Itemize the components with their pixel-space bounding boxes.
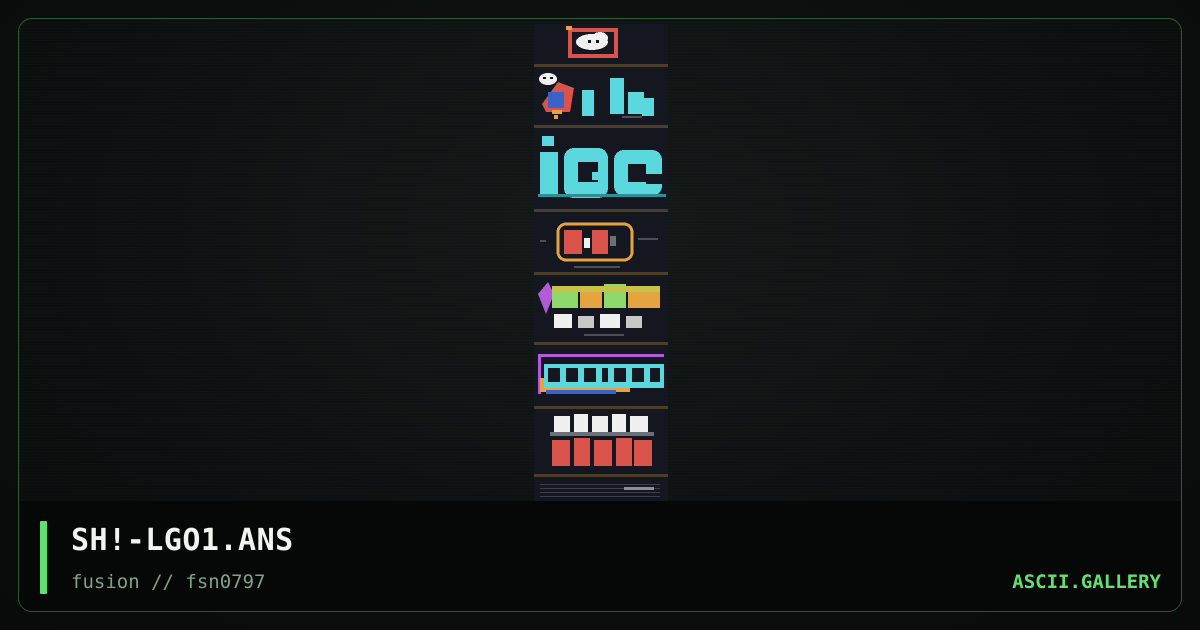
artwork-subtitle: fusion // fsn0797	[71, 571, 266, 593]
ansi-art-image	[534, 24, 668, 501]
accent-bar	[40, 521, 47, 594]
caption-bar: SH!-LGO1.ANS fusion // fsn0797 ASCII.GAL…	[19, 501, 1181, 611]
artwork-title: SH!-LGO1.ANS	[71, 523, 294, 558]
art-block-7	[550, 414, 654, 466]
card-frame: SH!-LGO1.ANS fusion // fsn0797 ASCII.GAL…	[18, 18, 1182, 612]
ansi-art-preview	[534, 24, 668, 501]
og-card: SH!-LGO1.ANS fusion // fsn0797 ASCII.GAL…	[0, 0, 1200, 630]
art-block-1	[566, 26, 618, 58]
site-brand: ASCII.GALLERY	[1012, 571, 1161, 593]
